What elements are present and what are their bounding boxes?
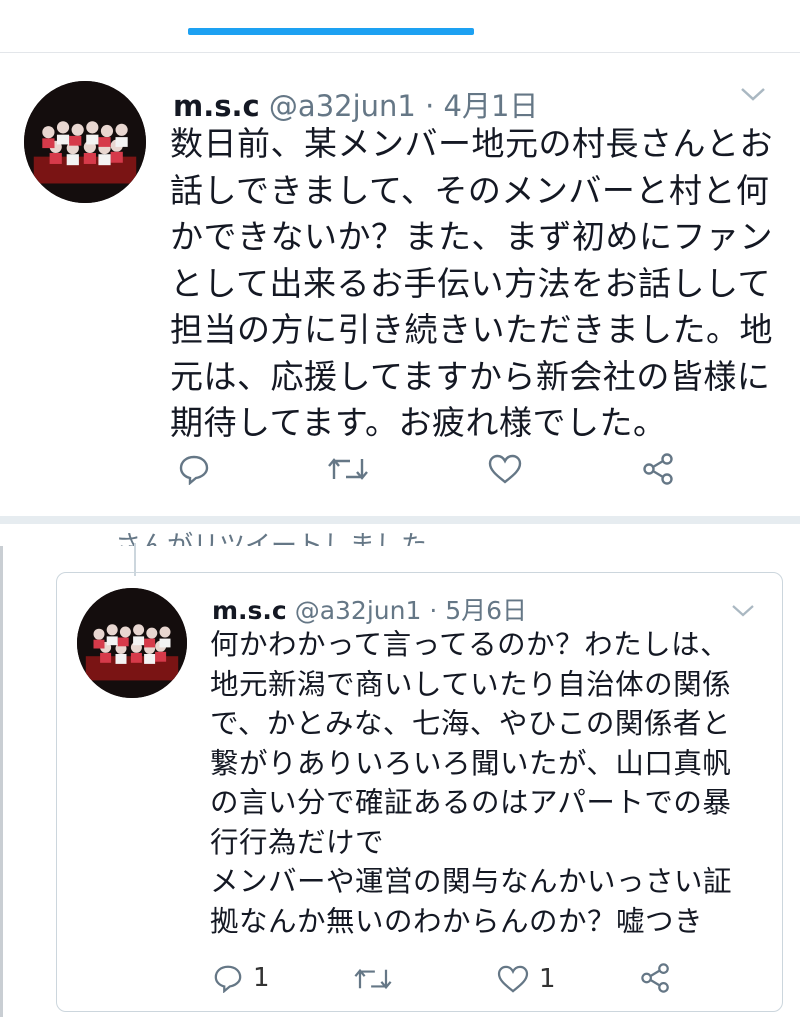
group-photo-icon [77,588,187,698]
chevron-down-icon[interactable] [738,79,768,112]
tweet-header: m.s.c @a32jun1 · 4月1日 [173,83,538,125]
heart-icon [488,454,522,484]
separator: · [429,596,438,625]
reply-count: 1 [253,963,270,993]
tweet-divider [0,516,800,524]
user-handle[interactable]: @a32jun1 [269,89,416,123]
avatar[interactable] [24,81,146,203]
retweet-button[interactable] [354,966,392,992]
reply-button[interactable] [178,453,210,485]
retweet-banner: さんがリツイートしました [115,531,428,546]
retweet-arrows-icon [354,968,392,990]
thread-line [134,543,136,576]
share-button[interactable] [642,453,676,485]
share-icon [641,963,669,993]
tweet-date[interactable]: 4月1日 [444,89,539,123]
display-name[interactable]: m.s.c [173,89,260,123]
active-tab-indicator[interactable] [188,28,474,35]
user-handle[interactable]: @a32jun1 [295,596,422,625]
retweet-button[interactable] [328,455,368,483]
speech-bubble-icon [179,455,209,485]
chevron-down-icon[interactable] [730,594,756,627]
avatar[interactable] [77,588,187,698]
share-button[interactable] [640,963,672,993]
tweet-text: 数日前、某メンバー地元の村長さんとお 話しできまして、そのメンバーと村と何 かで… [170,124,773,442]
tweet[interactable]: m.s.c @a32jun1 · 4月1日 数日前、某メンバー地元の村長さんとお… [0,53,800,515]
group-photo-icon [24,81,146,203]
heart-icon [497,965,529,993]
like-count: 1 [539,964,556,994]
left-edge-line [0,546,3,1017]
separator: · [425,89,435,123]
like-button[interactable]: 1 [497,964,556,994]
tweet-text: 何かわかって言ってるのか？わたしは、 地元新潟で商いしていたり自治体の関係 で、… [210,628,733,938]
tweet-date[interactable]: 5月6日 [445,596,527,625]
tab-bar [0,0,800,53]
speech-bubble-icon [214,965,242,993]
tweet-header: m.s.c @a32jun1 · 5月6日 [212,591,527,627]
display-name[interactable]: m.s.c [212,596,287,625]
retweet-arrows-icon [328,458,368,480]
reply-button[interactable]: 1 [213,963,270,993]
share-icon [643,453,673,485]
like-button[interactable] [488,454,522,484]
